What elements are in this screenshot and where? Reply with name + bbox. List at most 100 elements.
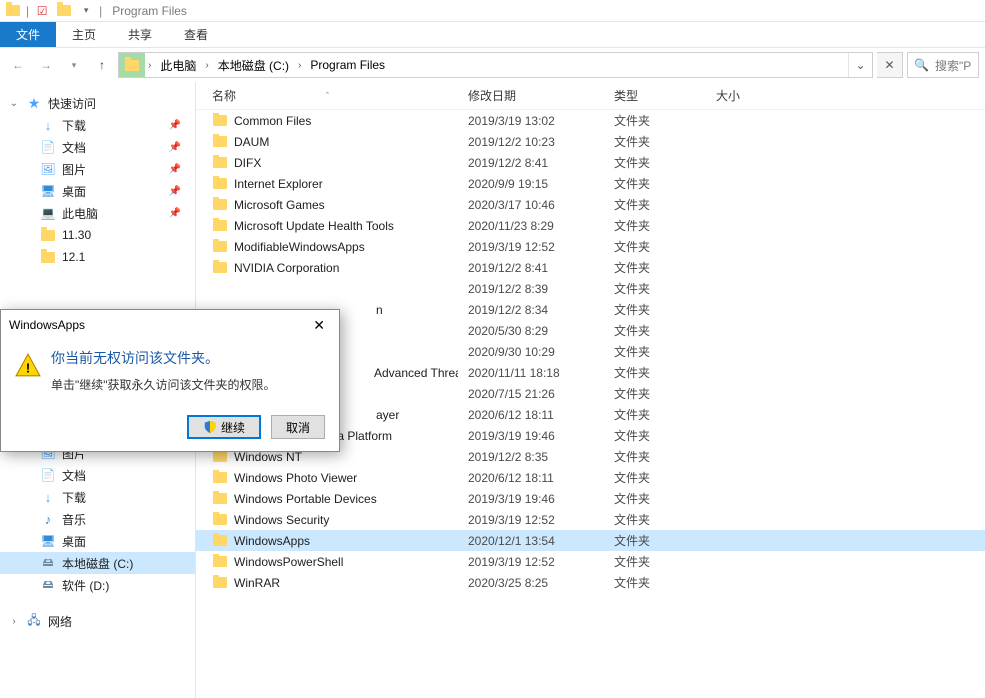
- tab-home[interactable]: 主页: [56, 22, 112, 47]
- warning-icon: !: [15, 352, 41, 378]
- nav-quick-access[interactable]: ⌄ ★ 快速访问: [0, 92, 195, 114]
- nav-c-drive[interactable]: 🖴本地磁盘 (C:): [0, 552, 195, 574]
- cell-name: ModifiableWindowsApps: [202, 239, 458, 255]
- cell-type: 文件夹: [604, 406, 706, 423]
- cell-name: Windows Security: [202, 512, 458, 528]
- document-icon: 📄: [40, 467, 56, 483]
- tab-file[interactable]: 文件: [0, 22, 56, 47]
- address-history-dropdown[interactable]: ⌄: [848, 53, 872, 77]
- crumb-folder[interactable]: Program Files: [304, 53, 391, 77]
- nav-folder-1130[interactable]: 11.30: [0, 224, 195, 246]
- cell-type: 文件夹: [604, 385, 706, 402]
- file-row[interactable]: Internet Explorer2020/9/9 19:15文件夹: [196, 173, 985, 194]
- file-row[interactable]: Windows Portable Devices2019/3/19 19:46文…: [196, 488, 985, 509]
- continue-button[interactable]: 继续: [187, 415, 261, 439]
- tab-share[interactable]: 共享: [112, 22, 168, 47]
- nav-d-drive[interactable]: 🖴软件 (D:): [0, 574, 195, 596]
- sort-indicator-icon: ˆ: [326, 91, 329, 101]
- star-icon: ★: [26, 95, 42, 111]
- folder-icon: [212, 575, 228, 591]
- crumb-thispc[interactable]: 此电脑: [154, 53, 202, 77]
- folder-icon: [40, 249, 56, 265]
- nav-back-button[interactable]: ←: [6, 53, 30, 77]
- separator: |: [99, 4, 102, 18]
- file-name: Common Files: [234, 114, 311, 128]
- pin-icon: 📌: [169, 142, 181, 153]
- dialog-title-bar[interactable]: WindowsApps ✕: [1, 310, 339, 340]
- expand-icon[interactable]: ⌄: [8, 98, 20, 109]
- dialog-message: 你当前无权访问该文件夹。 单击"继续"获取永久访问该文件夹的权限。: [51, 348, 276, 393]
- check-icon[interactable]: ☑: [33, 2, 51, 20]
- search-box[interactable]: 🔍 搜索"P: [907, 52, 979, 78]
- tab-home-label: 主页: [72, 26, 96, 43]
- nav-desktop[interactable]: 🖥桌面📌: [0, 180, 195, 202]
- crumb-drive[interactable]: 本地磁盘 (C:): [212, 53, 295, 77]
- file-row[interactable]: Common Files2019/3/19 13:02文件夹: [196, 110, 985, 131]
- tab-view[interactable]: 查看: [168, 22, 224, 47]
- nav-pictures[interactable]: 🖼图片📌: [0, 158, 195, 180]
- cell-date: 2020/7/15 21:26: [458, 387, 604, 401]
- col-name[interactable]: 名称ˆ: [202, 87, 458, 104]
- chevron-right-icon[interactable]: ›: [202, 60, 211, 71]
- refresh-button[interactable]: ✕: [877, 52, 903, 78]
- pc-icon: 💻: [40, 205, 56, 221]
- nav-downloads2[interactable]: ↓下载: [0, 486, 195, 508]
- pin-icon: 📌: [169, 120, 181, 131]
- file-row[interactable]: WinRAR2020/3/25 8:25文件夹: [196, 572, 985, 593]
- file-row[interactable]: 2019/12/2 8:39文件夹: [196, 278, 985, 299]
- nav-music[interactable]: ♪音乐: [0, 508, 195, 530]
- file-row[interactable]: ModifiableWindowsApps2019/3/19 12:52文件夹: [196, 236, 985, 257]
- cell-name: Common Files: [202, 113, 458, 129]
- cell-name: WindowsPowerShell: [202, 554, 458, 570]
- cell-name: Internet Explorer: [202, 176, 458, 192]
- file-name: DAUM: [234, 135, 269, 149]
- file-row[interactable]: Microsoft Games2020/3/17 10:46文件夹: [196, 194, 985, 215]
- cell-name: DAUM: [202, 134, 458, 150]
- file-row[interactable]: DAUM2019/12/2 10:23文件夹: [196, 131, 985, 152]
- nav-thispc-pinned[interactable]: 💻此电脑📌: [0, 202, 195, 224]
- cell-name: Microsoft Games: [202, 197, 458, 213]
- cell-date: 2019/3/19 19:46: [458, 492, 604, 506]
- nav-up-button[interactable]: ↑: [90, 53, 114, 77]
- cancel-button[interactable]: 取消: [271, 415, 325, 439]
- cell-date: 2019/12/2 8:34: [458, 303, 604, 317]
- file-row[interactable]: WindowsApps2020/12/1 13:54文件夹: [196, 530, 985, 551]
- nav-folder-121[interactable]: 12.1: [0, 246, 195, 268]
- nav-recent-button[interactable]: ▾: [62, 53, 86, 77]
- file-name: ModifiableWindowsApps: [234, 240, 365, 254]
- search-placeholder: 搜索"P: [935, 57, 971, 74]
- file-row[interactable]: Windows Photo Viewer2020/6/12 18:11文件夹: [196, 467, 985, 488]
- address-bar[interactable]: › 此电脑 › 本地磁盘 (C:) › Program Files ⌄: [118, 52, 873, 78]
- qat-dropdown-icon[interactable]: ▾: [77, 2, 95, 20]
- cell-name: WinRAR: [202, 575, 458, 591]
- cell-date: 2019/3/19 12:52: [458, 513, 604, 527]
- col-type[interactable]: 类型: [604, 87, 706, 104]
- cell-name: Windows Portable Devices: [202, 491, 458, 507]
- folder-icon: [212, 491, 228, 507]
- cell-name: Windows Photo Viewer: [202, 470, 458, 486]
- nav-documents[interactable]: 📄文档📌: [0, 136, 195, 158]
- cell-type: 文件夹: [604, 574, 706, 591]
- nav-label: 图片: [62, 161, 86, 178]
- file-row[interactable]: WindowsPowerShell2019/3/19 12:52文件夹: [196, 551, 985, 572]
- desktop-icon: 🖥: [40, 533, 56, 549]
- file-row[interactable]: NVIDIA Corporation2019/12/2 8:41文件夹: [196, 257, 985, 278]
- ribbon-tabs: 文件 主页 共享 查看: [0, 22, 985, 48]
- chevron-right-icon[interactable]: ›: [145, 60, 154, 71]
- col-date[interactable]: 修改日期: [458, 87, 604, 104]
- expand-icon[interactable]: ›: [8, 616, 20, 627]
- file-row[interactable]: Microsoft Update Health Tools2020/11/23 …: [196, 215, 985, 236]
- file-row[interactable]: Windows Security2019/3/19 12:52文件夹: [196, 509, 985, 530]
- nav-documents2[interactable]: 📄文档: [0, 464, 195, 486]
- nav-desktop2[interactable]: 🖥桌面: [0, 530, 195, 552]
- close-icon[interactable]: ✕: [307, 315, 331, 336]
- chevron-right-icon[interactable]: ›: [295, 60, 304, 71]
- col-size[interactable]: 大小: [706, 87, 796, 104]
- nav-downloads[interactable]: ↓下载📌: [0, 114, 195, 136]
- nav-network[interactable]: ›🖧网络: [0, 610, 195, 632]
- file-row[interactable]: DIFX2019/12/2 8:41文件夹: [196, 152, 985, 173]
- file-name: Windows Photo Viewer: [234, 471, 357, 485]
- cell-date: 2020/11/11 18:18: [458, 366, 604, 380]
- pictures-icon: 🖼: [40, 161, 56, 177]
- file-name: WinRAR: [234, 576, 280, 590]
